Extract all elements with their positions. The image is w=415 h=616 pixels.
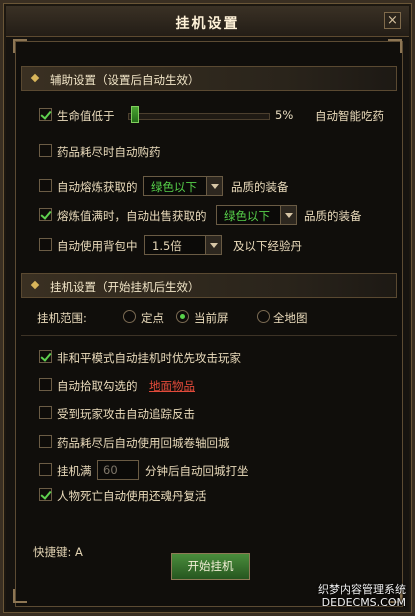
watermark-line-1: 织梦内容管理系统 bbox=[318, 583, 406, 596]
frame-corner bbox=[13, 39, 27, 53]
watermark: 织梦内容管理系统 DEDECMS.COM bbox=[318, 583, 406, 609]
range-option-fixed[interactable]: 定点 bbox=[141, 310, 164, 326]
sell-checkbox[interactable] bbox=[39, 208, 52, 221]
range-radio-screen[interactable] bbox=[176, 310, 189, 323]
close-icon[interactable]: × bbox=[384, 12, 401, 29]
smelt-row: 自动熔炼获取的 绿色以下 品质的装备 bbox=[39, 176, 399, 196]
full-time-prefix: 挂机满 bbox=[57, 464, 92, 478]
range-radio-fixed[interactable] bbox=[123, 310, 136, 323]
smelt-quality-value: 绿色以下 bbox=[151, 180, 197, 194]
diamond-icon bbox=[30, 280, 40, 290]
hp-action-label: 自动智能吃药 bbox=[315, 109, 384, 123]
title-bar[interactable]: 挂机设置 × bbox=[6, 6, 409, 37]
sell-row: 熔炼值满时，自动出售获取的 绿色以下 品质的装备 bbox=[39, 205, 399, 225]
smelt-suffix: 品质的装备 bbox=[231, 180, 289, 194]
counterattack-checkbox[interactable] bbox=[39, 406, 52, 419]
exp-multiplier-value: 1.5倍 bbox=[152, 239, 182, 253]
counterattack-label: 受到玩家攻击自动追踪反击 bbox=[57, 407, 195, 421]
sell-suffix: 品质的装备 bbox=[304, 209, 362, 223]
chevron-down-icon[interactable] bbox=[280, 206, 296, 224]
chevron-down-icon[interactable] bbox=[205, 236, 221, 254]
priority-attack-checkbox[interactable] bbox=[39, 350, 52, 363]
start-auto-battle-button[interactable]: 开始挂机 bbox=[171, 553, 250, 580]
hp-threshold-checkbox[interactable] bbox=[39, 108, 52, 121]
revive-checkbox[interactable] bbox=[39, 488, 52, 501]
smelt-label: 自动熔炼获取的 bbox=[57, 180, 138, 194]
frame-corner bbox=[388, 39, 402, 53]
hp-threshold-label: 生命值低于 bbox=[57, 109, 115, 123]
return-scroll-label: 药品耗尽后自动使用回城卷轴回城 bbox=[57, 436, 230, 450]
idle-settings-title: 挂机设置（开始挂机后生效） bbox=[50, 280, 200, 294]
return-scroll-checkbox[interactable] bbox=[39, 435, 52, 448]
range-radio-map[interactable] bbox=[257, 310, 270, 323]
idle-settings-header: 挂机设置（开始挂机后生效） bbox=[21, 273, 397, 298]
smelt-checkbox[interactable] bbox=[39, 179, 52, 192]
range-row: 挂机范围: 定点 当前屏 全地图 bbox=[37, 309, 397, 327]
pickup-checkbox[interactable] bbox=[39, 378, 52, 391]
range-option-map[interactable]: 全地图 bbox=[273, 310, 308, 326]
minutes-input[interactable]: 60 bbox=[97, 460, 139, 480]
bag-suffix: 及以下经验丹 bbox=[233, 239, 302, 253]
sell-quality-value: 绿色以下 bbox=[224, 209, 270, 223]
sell-label: 熔炼值满时，自动出售获取的 bbox=[57, 209, 207, 223]
sell-quality-dropdown[interactable]: 绿色以下 bbox=[216, 205, 297, 225]
bag-label: 自动使用背包中 bbox=[57, 239, 138, 253]
range-label: 挂机范围: bbox=[37, 311, 87, 325]
divider bbox=[21, 335, 397, 336]
bag-checkbox[interactable] bbox=[39, 238, 52, 251]
priority-attack-label: 非和平模式自动挂机时优先攻击玩家 bbox=[57, 351, 241, 365]
hp-threshold-slider[interactable] bbox=[128, 113, 270, 120]
revive-label: 人物死亡自动使用还魂丹复活 bbox=[57, 489, 207, 503]
pickup-label: 自动拾取勾选的 bbox=[57, 379, 138, 393]
potion-buy-label: 药品耗尽时自动购药 bbox=[57, 145, 161, 159]
hp-threshold-slider-thumb[interactable] bbox=[131, 106, 139, 123]
exp-multiplier-dropdown[interactable]: 1.5倍 bbox=[144, 235, 222, 255]
minutes-value: 60 bbox=[103, 463, 118, 477]
assist-settings-title: 辅助设置（设置后自动生效） bbox=[50, 73, 200, 87]
ground-items-link[interactable]: 地面物品 bbox=[149, 378, 195, 394]
bag-row: 自动使用背包中 1.5倍 及以下经验丹 bbox=[39, 235, 399, 255]
potion-buy-checkbox[interactable] bbox=[39, 144, 52, 157]
assist-settings-header: 辅助设置（设置后自动生效） bbox=[21, 66, 397, 91]
frame-corner bbox=[13, 589, 27, 603]
hp-threshold-value: 5% bbox=[275, 108, 294, 122]
hotkey-label: 快捷键: A bbox=[33, 545, 83, 559]
hp-threshold-row: 生命值低于 5% 自动智能吃药 bbox=[39, 106, 399, 125]
smelt-quality-dropdown[interactable]: 绿色以下 bbox=[143, 176, 223, 196]
full-time-row: 挂机满 60 分钟后自动回城打坐 bbox=[39, 460, 339, 480]
range-option-screen[interactable]: 当前屏 bbox=[194, 310, 229, 326]
diamond-icon bbox=[30, 73, 40, 83]
chevron-down-icon[interactable] bbox=[206, 177, 222, 195]
window-title: 挂机设置 bbox=[175, 16, 240, 32]
full-time-checkbox[interactable] bbox=[39, 463, 52, 476]
auto-battle-settings-window: 挂机设置 × 辅助设置（设置后自动生效） 生命值低于 5% 自动智能吃药 药品耗… bbox=[0, 0, 415, 616]
watermark-line-2: DEDECMS.COM bbox=[321, 596, 406, 609]
full-time-suffix: 分钟后自动回城打坐 bbox=[145, 464, 249, 478]
